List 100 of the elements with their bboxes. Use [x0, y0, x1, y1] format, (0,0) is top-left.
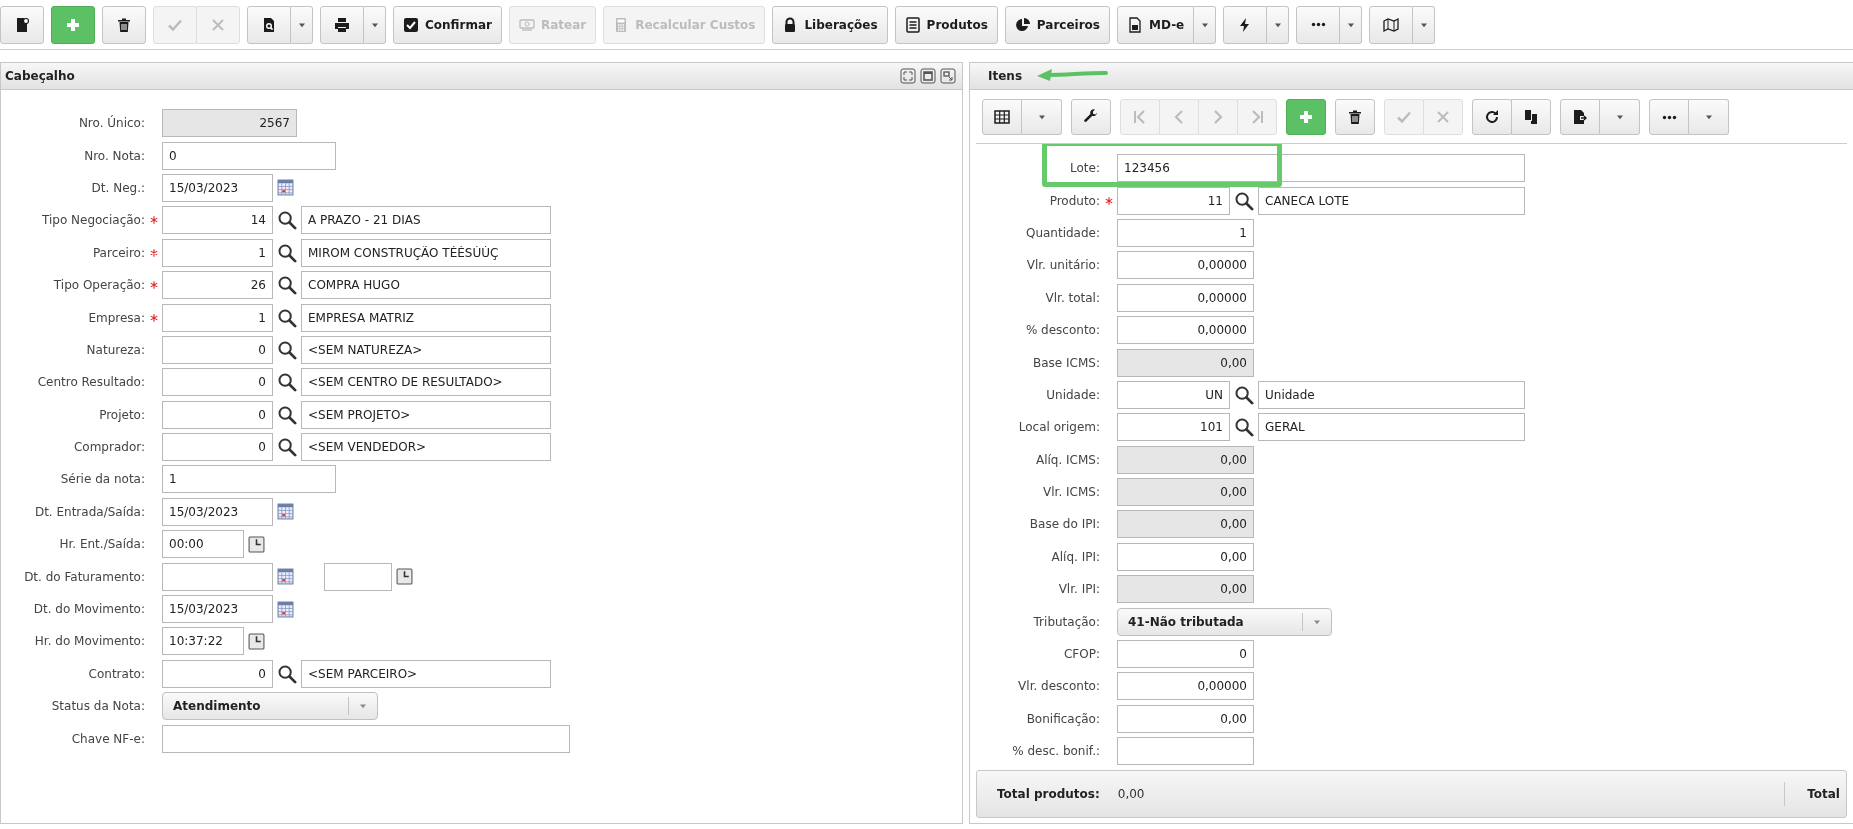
description-field[interactable]: <SEM PROJETO> [301, 400, 551, 429]
description-field[interactable]: <SEM PARCEIRO> [301, 659, 551, 688]
date-field[interactable]: 15/03/2023 [162, 497, 273, 526]
map-button[interactable] [1369, 5, 1414, 44]
calendar-icon[interactable] [277, 179, 294, 197]
search-icon[interactable] [277, 372, 297, 393]
search-icon[interactable] [277, 210, 297, 231]
search-icon[interactable] [277, 242, 297, 263]
preview-button[interactable] [247, 5, 291, 44]
code-field[interactable]: 1 [162, 238, 273, 267]
mde-button[interactable]: MD-e [1117, 5, 1195, 44]
settings-button[interactable] [1071, 99, 1111, 135]
number-field[interactable]: 1 [1117, 218, 1254, 247]
actions-button[interactable] [1223, 5, 1268, 44]
number-field[interactable]: 0,00000 [1117, 672, 1254, 701]
products-button[interactable]: Produtos [894, 5, 998, 44]
search-icon[interactable] [1234, 190, 1254, 211]
printer-icon [334, 16, 350, 33]
number-field[interactable]: 0,00 [1117, 575, 1254, 604]
description-field[interactable]: <SEM NATUREZA> [301, 335, 551, 364]
delete-button[interactable] [102, 5, 146, 44]
code-field[interactable]: 11 [1117, 186, 1230, 215]
search-icon[interactable] [277, 404, 297, 425]
maximize-icon[interactable] [900, 68, 916, 84]
date-field[interactable] [162, 562, 273, 591]
description-field[interactable]: MIROM CONSTRUÇÃO TÉÉSÚÚÇ [301, 238, 551, 267]
time-field[interactable]: 10:37:22 [162, 627, 244, 656]
add-button[interactable] [1286, 99, 1326, 135]
field-label: Alíq. ICMS: [1034, 452, 1100, 467]
calendar-icon[interactable] [277, 568, 294, 586]
description-field[interactable]: <SEM VENDEDOR> [301, 433, 551, 462]
description-field[interactable]: COMPRA HUGO [301, 271, 551, 300]
code-field[interactable]: 0 [162, 335, 273, 364]
field-label: Vlr. IPI: [1057, 582, 1100, 597]
field-label: Hr. Ent./Saída: [58, 537, 145, 552]
select-field[interactable]: 41-Não tributada [1117, 607, 1332, 636]
description-field[interactable]: CANECA LOTE [1258, 186, 1525, 215]
copy-button[interactable] [1511, 99, 1551, 135]
text-field[interactable] [162, 724, 570, 753]
clock-icon[interactable] [396, 568, 413, 586]
partners-button[interactable]: Parceiros [1004, 5, 1110, 44]
confirm-button[interactable]: Confirmar [393, 5, 502, 44]
number-field[interactable]: 0,00 [1117, 348, 1254, 377]
export-button[interactable] [1560, 99, 1600, 135]
document-button[interactable] [0, 5, 44, 44]
number-field[interactable]: 2567 [162, 109, 297, 138]
add-button[interactable] [51, 5, 95, 44]
search-icon[interactable] [277, 339, 297, 360]
number-field[interactable]: 0,00 [1117, 445, 1254, 474]
number-field[interactable] [1117, 737, 1254, 766]
search-icon[interactable] [1234, 384, 1254, 405]
description-field[interactable]: Unidade [1258, 380, 1525, 409]
description-field[interactable]: EMPRESA MATRIZ [301, 303, 551, 332]
number-field[interactable]: 0,00 [1117, 542, 1254, 571]
text-field[interactable]: 1 [162, 465, 336, 494]
restore-icon[interactable] [920, 68, 936, 84]
document-icon [14, 16, 30, 33]
search-icon[interactable] [277, 437, 297, 458]
search-icon[interactable] [277, 275, 297, 296]
number-field[interactable]: 0,00000 [1117, 251, 1254, 280]
number-field[interactable]: 0,00000 [1117, 283, 1254, 312]
code-field[interactable]: 26 [162, 271, 273, 300]
number-field[interactable]: 0,00 [1117, 478, 1254, 507]
description-field[interactable]: A PRAZO - 21 DIAS [301, 206, 551, 235]
code-field[interactable]: 1 [162, 303, 273, 332]
code-field[interactable]: 0 [162, 433, 273, 462]
number-field[interactable]: 0,00000 [1117, 316, 1254, 345]
pie-chart-icon [1014, 16, 1031, 33]
releases-button[interactable]: Liberações [772, 5, 888, 44]
calendar-icon[interactable] [277, 600, 294, 618]
detach-icon[interactable] [940, 68, 956, 84]
time-field[interactable]: 00:00 [162, 530, 244, 559]
number-field[interactable]: 0,00 [1117, 704, 1254, 733]
text-field[interactable]: 123456 [1117, 154, 1525, 183]
print-button[interactable] [320, 5, 364, 44]
code-field[interactable]: 101 [1117, 413, 1230, 442]
clock-icon[interactable] [248, 632, 265, 650]
search-icon[interactable] [277, 663, 297, 684]
code-field[interactable]: 0 [162, 659, 273, 688]
refresh-button[interactable] [1472, 99, 1512, 135]
clock-icon[interactable] [248, 535, 265, 553]
field-label: Vlr. total: [1044, 290, 1100, 305]
grid-button[interactable] [982, 99, 1022, 135]
search-icon[interactable] [1234, 417, 1254, 438]
description-field[interactable]: GERAL [1258, 413, 1525, 442]
calendar-icon[interactable] [277, 503, 294, 521]
search-icon[interactable] [277, 307, 297, 328]
text-field[interactable]: 0 [162, 141, 336, 170]
code-field[interactable]: 0 [162, 368, 273, 397]
code-field[interactable]: 14 [162, 206, 273, 235]
date-field[interactable]: 15/03/2023 [162, 173, 273, 202]
delete-button[interactable] [1335, 99, 1375, 135]
number-field[interactable]: 0,00 [1117, 510, 1254, 539]
date-field[interactable]: 15/03/2023 [162, 595, 273, 624]
number-field[interactable]: 0 [1117, 640, 1254, 669]
select-field[interactable]: Atendimento [162, 692, 378, 721]
code-field[interactable]: UN [1117, 380, 1230, 409]
description-field[interactable]: <SEM CENTRO DE RESULTADO> [301, 368, 551, 397]
code-field[interactable]: 0 [162, 400, 273, 429]
time-field[interactable] [324, 562, 392, 591]
